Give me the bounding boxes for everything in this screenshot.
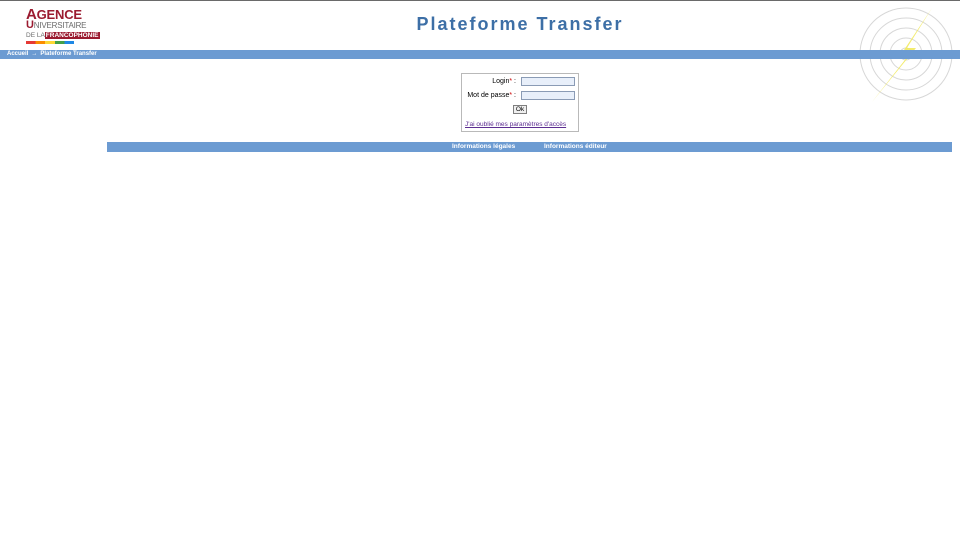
password-label: Mot de passe* : (467, 92, 516, 99)
login-input[interactable] (521, 77, 575, 86)
breadcrumb-current: Plateforme Transfer (40, 51, 97, 57)
password-row: Mot de passe* : (462, 91, 578, 101)
page-title: Plateforme Transfer (416, 14, 624, 34)
ok-button[interactable]: Ok (513, 105, 527, 114)
legal-info-link[interactable]: Informations légales (452, 142, 515, 152)
footer-bar: Informations légales Informations éditeu… (107, 142, 952, 152)
login-row: Login* : (462, 77, 578, 87)
breadcrumb-home-link[interactable]: Accueil (7, 51, 28, 57)
login-label: Login* : (492, 78, 516, 85)
breadcrumb-separator: → (31, 51, 38, 57)
login-form: Login* : Mot de passe* : Ok J'ai oublié … (461, 73, 579, 132)
breadcrumb: Accueil → Plateforme Transfer (7, 50, 97, 59)
publisher-info-link[interactable]: Informations éditeur (544, 142, 607, 152)
logo-color-stripe (26, 41, 74, 44)
top-rule (0, 0, 960, 1)
forgot-credentials-link[interactable]: J'ai oublié mes paramètres d'accès (465, 121, 566, 128)
breadcrumb-bar: Accueil → Plateforme Transfer (0, 50, 960, 59)
password-input[interactable] (521, 91, 575, 100)
